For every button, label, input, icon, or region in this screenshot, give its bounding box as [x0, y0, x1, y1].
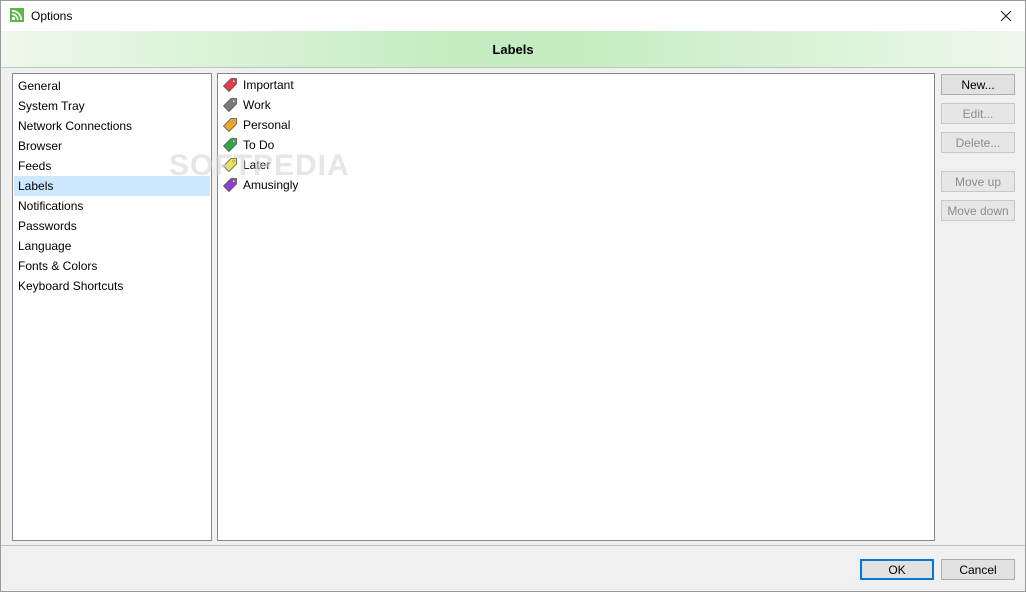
nav-item-feeds[interactable]: Feeds: [14, 156, 210, 176]
nav-item-network-connections[interactable]: Network Connections: [14, 116, 210, 136]
nav-item-notifications[interactable]: Notifications: [14, 196, 210, 216]
rss-app-icon: [10, 8, 24, 22]
label-item[interactable]: Amusingly: [218, 175, 934, 195]
nav-item-labels[interactable]: Labels: [14, 176, 210, 196]
label-item[interactable]: Personal: [218, 115, 934, 135]
tag-icon: [222, 138, 237, 153]
label-item[interactable]: Later: [218, 155, 934, 175]
nav-item-language[interactable]: Language: [14, 236, 210, 256]
section-title: Labels: [492, 41, 534, 57]
label-name: Personal: [243, 118, 291, 132]
nav-item-system-tray[interactable]: System Tray: [14, 96, 210, 116]
label-item[interactable]: Important: [218, 75, 934, 95]
label-item[interactable]: To Do: [218, 135, 934, 155]
close-button[interactable]: [987, 1, 1025, 31]
nav-item-keyboard-shortcuts[interactable]: Keyboard Shortcuts: [14, 276, 210, 296]
section-header: Labels: [1, 31, 1025, 68]
label-name: Important: [243, 78, 294, 92]
move-up-button[interactable]: Move up: [941, 171, 1015, 192]
window-title: Options: [31, 9, 73, 23]
move-down-button[interactable]: Move down: [941, 200, 1015, 221]
edit-label-button[interactable]: Edit...: [941, 103, 1015, 124]
labels-list[interactable]: Important Work Personal To Do Later Amus…: [217, 73, 935, 541]
nav-item-general[interactable]: General: [14, 76, 210, 96]
tag-icon: [222, 158, 237, 173]
nav-item-passwords[interactable]: Passwords: [14, 216, 210, 236]
label-name: Later: [243, 158, 271, 172]
footer-divider: [1, 545, 1025, 546]
new-label-button[interactable]: New...: [941, 74, 1015, 95]
tag-icon: [222, 98, 237, 113]
tag-icon: [222, 178, 237, 193]
label-item[interactable]: Work: [218, 95, 934, 115]
options-category-list[interactable]: General System Tray Network Connections …: [12, 73, 212, 541]
label-name: Amusingly: [243, 178, 299, 192]
options-window: Options Labels General System Tray Netwo…: [0, 0, 1026, 592]
title-bar[interactable]: Options: [1, 1, 1025, 31]
delete-label-button[interactable]: Delete...: [941, 132, 1015, 153]
tag-icon: [222, 78, 237, 93]
nav-item-fonts-colors[interactable]: Fonts & Colors: [14, 256, 210, 276]
label-name: To Do: [243, 138, 275, 152]
tag-icon: [222, 118, 237, 133]
label-name: Work: [243, 98, 271, 112]
nav-item-browser[interactable]: Browser: [14, 136, 210, 156]
close-icon: [1000, 10, 1012, 22]
ok-button[interactable]: OK: [860, 559, 934, 580]
cancel-button[interactable]: Cancel: [941, 559, 1015, 580]
